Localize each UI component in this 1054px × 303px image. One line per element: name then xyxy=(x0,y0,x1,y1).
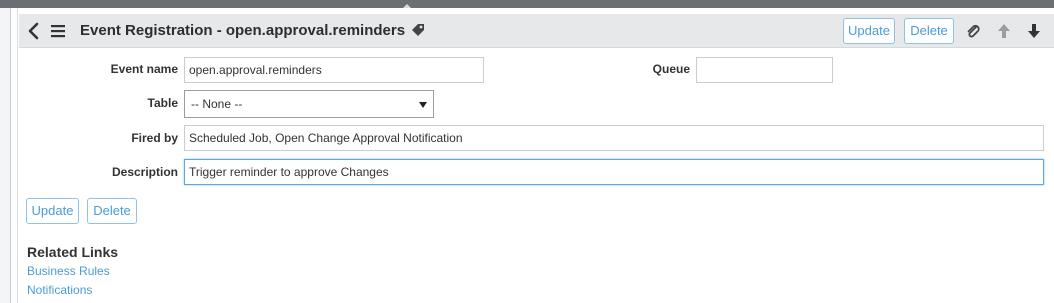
delete-button[interactable]: Delete xyxy=(87,198,137,224)
description-input[interactable]: Trigger reminder to approve Changes xyxy=(184,159,1044,185)
table-select[interactable]: -- None -- xyxy=(184,90,434,118)
chevron-left-icon[interactable] xyxy=(27,22,41,40)
related-links-heading: Related Links xyxy=(27,244,119,260)
left-navigator-rail xyxy=(0,8,11,303)
fired-by-field[interactable]: Scheduled Job, Open Change Approval Noti… xyxy=(184,125,1044,151)
queue-label: Queue xyxy=(652,62,690,76)
event-name-label: Event name xyxy=(110,62,178,76)
tag-icon[interactable] xyxy=(410,22,426,38)
left-splitter[interactable] xyxy=(11,8,18,303)
top-window-strip xyxy=(0,0,1054,8)
collapse-notch-icon[interactable] xyxy=(403,4,411,8)
paperclip-icon[interactable] xyxy=(965,23,981,39)
page-title: Event Registration - open.approval.remin… xyxy=(80,22,406,39)
form-header: Event Registration - open.approval.remin… xyxy=(19,14,1054,48)
related-link-business-rules[interactable]: Business Rules xyxy=(27,264,110,278)
table-label: Table xyxy=(147,96,178,110)
update-button[interactable]: Update xyxy=(26,198,79,224)
arrow-up-icon[interactable] xyxy=(997,23,1011,39)
description-label: Description xyxy=(111,165,178,179)
header-update-button[interactable]: Update xyxy=(843,18,895,44)
event-name-input[interactable]: open.approval.reminders xyxy=(184,57,484,83)
fired-by-label: Fired by xyxy=(131,131,178,145)
table-select-value: -- None -- xyxy=(191,97,243,111)
arrow-down-icon[interactable] xyxy=(1027,23,1041,39)
dropdown-arrow-icon xyxy=(419,102,427,108)
hamburger-menu-icon[interactable] xyxy=(51,23,65,39)
queue-input[interactable] xyxy=(696,57,833,83)
related-link-notifications[interactable]: Notifications xyxy=(27,283,92,297)
header-delete-button[interactable]: Delete xyxy=(904,18,954,44)
